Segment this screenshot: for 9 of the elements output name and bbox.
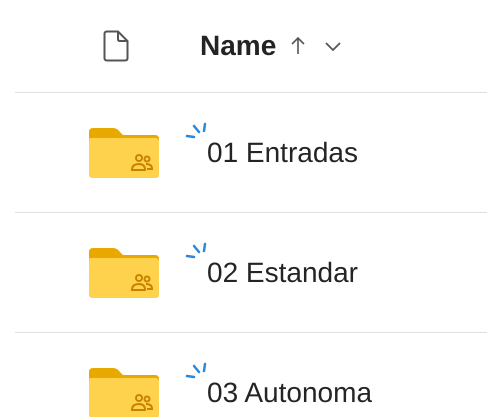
folder-name-link[interactable]: 02 Estandar [207, 252, 358, 294]
shared-folder-icon [87, 246, 161, 300]
shared-folder-icon [87, 366, 161, 417]
folder-name-link[interactable]: 01 Entradas [207, 132, 358, 174]
shared-folder-icon [87, 126, 161, 180]
file-icon [103, 30, 129, 62]
folder-name-link[interactable]: 03 Autonoma [207, 372, 372, 414]
chevron-down-icon [324, 40, 342, 52]
name-column-header[interactable]: Name [200, 25, 342, 67]
